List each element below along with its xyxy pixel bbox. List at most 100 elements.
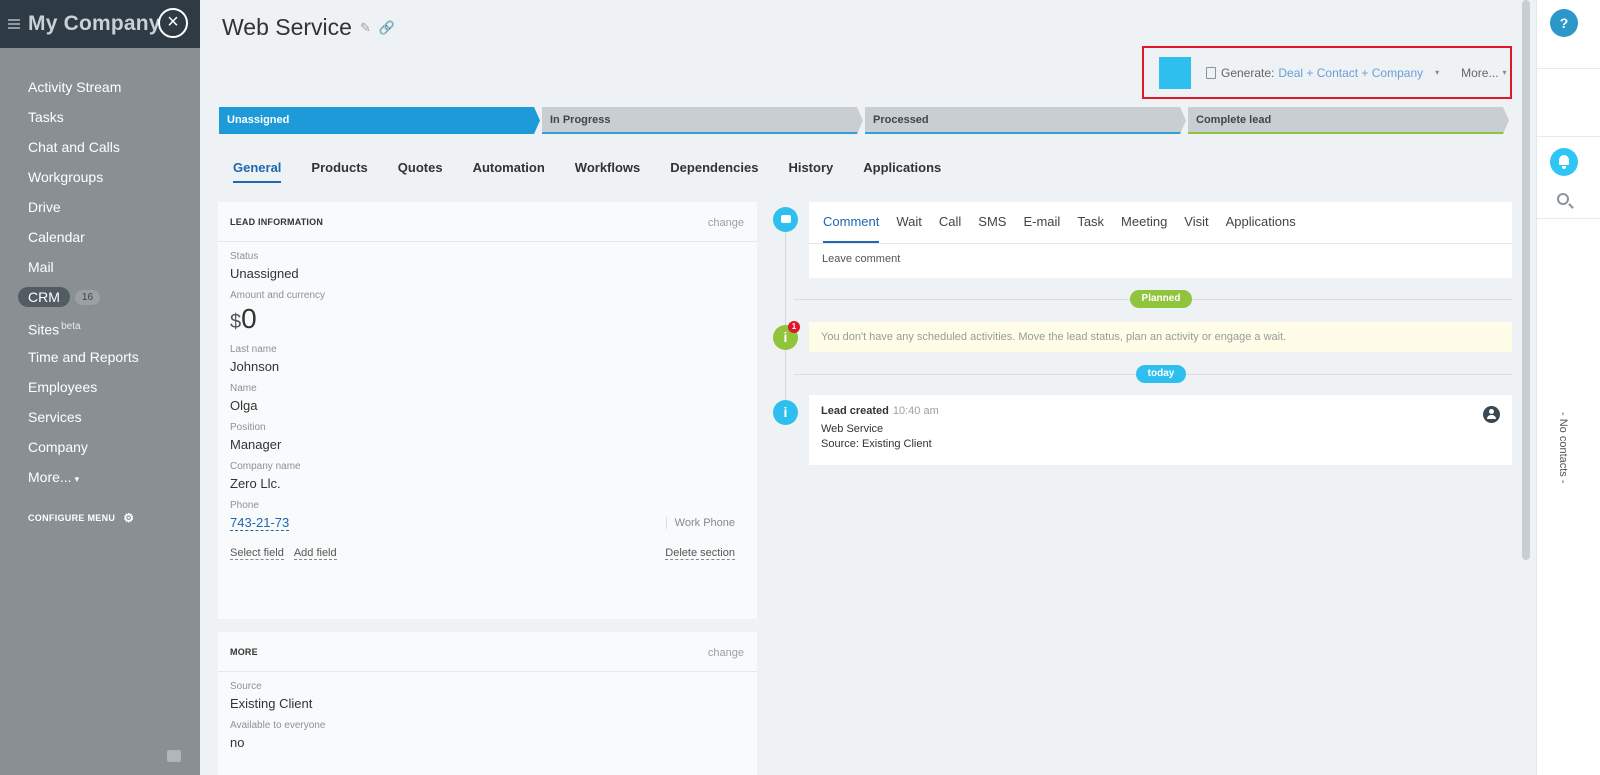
stage-in-progress[interactable]: In Progress [542, 107, 863, 134]
activity-tab-meeting[interactable]: Meeting [1121, 202, 1167, 243]
configure-menu-button[interactable]: CONFIGURE MENU ⚙ [28, 511, 134, 525]
event-detail: Source: Existing Client [821, 438, 932, 450]
tab-workflows[interactable]: Workflows [575, 160, 641, 183]
comment-input[interactable]: Leave comment [809, 244, 1512, 274]
field-label: Position [230, 422, 266, 433]
gear-icon: ⚙ [123, 511, 135, 525]
activity-tab-task[interactable]: Task [1077, 202, 1104, 243]
sidebar-item-company[interactable]: Company [0, 432, 200, 462]
search-icon[interactable] [1557, 193, 1569, 205]
link-icon[interactable]: 🔗 [379, 20, 395, 36]
stage-unassigned[interactable]: Unassigned [219, 107, 540, 134]
chevron-down-icon: ▾ [74, 474, 80, 484]
activity-tab-comment[interactable]: Comment [823, 202, 880, 243]
chevron-down-icon[interactable]: ▾ [1435, 68, 1439, 77]
close-icon[interactable]: × [158, 8, 188, 38]
bell-icon[interactable] [1550, 148, 1578, 176]
page-scrollbar[interactable] [1522, 0, 1530, 560]
activity-tab-email[interactable]: E-mail [1023, 202, 1060, 243]
page-title: Web Service ✎ 🔗 [222, 14, 395, 41]
comment-icon [773, 207, 798, 232]
add-field-link[interactable]: Add field [293, 547, 337, 560]
field-value: Olga [230, 398, 258, 413]
info-glyph: i [783, 329, 788, 345]
help-icon[interactable]: ? [1550, 9, 1578, 37]
activity-tab-applications[interactable]: Applications [1226, 202, 1296, 243]
sidebar-header: My Company × [0, 0, 200, 48]
today-badge: today [1136, 365, 1186, 383]
field-label: Status [230, 251, 259, 262]
phone-link[interactable]: 743-21-73 [230, 515, 290, 531]
tab-quotes[interactable]: Quotes [398, 160, 443, 183]
card-header: LEAD INFORMATION change [218, 202, 757, 242]
field-label: Amount and currency [230, 290, 326, 301]
activity-tab-wait[interactable]: Wait [896, 202, 922, 243]
field-value: Johnson [230, 359, 280, 374]
tab-applications[interactable]: Applications [863, 160, 941, 183]
pencil-icon[interactable]: ✎ [360, 20, 371, 36]
stage-processed[interactable]: Processed [865, 107, 1186, 134]
stage-complete-lead[interactable]: Complete lead [1188, 107, 1509, 134]
field-label: Phone [230, 500, 259, 511]
crm-counter-badge: 16 [74, 289, 101, 305]
tab-dependencies[interactable]: Dependencies [670, 160, 758, 183]
divider [1537, 136, 1600, 137]
activity-tabs: Comment Wait Call SMS E-mail Task Meetin… [809, 202, 1512, 244]
printer-icon[interactable] [167, 750, 181, 762]
company-name-field: Company name Zero Llc. [218, 461, 757, 491]
generate-option-link[interactable]: Deal + Contact + Company [1278, 66, 1423, 80]
info-icon: i 1 [773, 321, 800, 350]
field-label: Name [230, 383, 257, 394]
change-link[interactable]: change [708, 217, 744, 229]
field-label: Source [230, 681, 262, 692]
select-field-link[interactable]: Select field [230, 547, 284, 560]
field-value: Zero Llc. [230, 476, 281, 491]
sidebar-item-mail[interactable]: Mail [0, 252, 200, 282]
menu-icon[interactable] [8, 19, 20, 29]
sidebar-item-services[interactable]: Services [0, 402, 200, 432]
activity-tab-sms[interactable]: SMS [978, 202, 1006, 243]
tab-history[interactable]: History [788, 160, 833, 183]
change-link[interactable]: change [708, 647, 744, 659]
event-title: Lead created 10:40 am [821, 405, 1500, 417]
color-picker-button[interactable] [1159, 56, 1191, 89]
activity-tab-visit[interactable]: Visit [1184, 202, 1208, 243]
sidebar-item-tasks[interactable]: Tasks [0, 102, 200, 132]
chevron-down-icon[interactable]: ▾ [1502, 68, 1506, 77]
activity-tab-call[interactable]: Call [939, 202, 961, 243]
position-field: Position Manager [218, 422, 757, 452]
card-title: MORE [230, 647, 258, 657]
status-field: Status Unassigned [218, 251, 757, 281]
sidebar-item-workgroups[interactable]: Workgroups [0, 162, 200, 192]
timeline-event: Lead created 10:40 am Web Service Source:… [809, 395, 1512, 465]
sidebar-item-time-and-reports[interactable]: Time and Reports [0, 342, 200, 372]
sidebar-item-more[interactable]: More... ▾ [0, 462, 200, 492]
sidebar-item-crm[interactable]: CRM 16 [0, 282, 200, 312]
tab-automation[interactable]: Automation [473, 160, 545, 183]
sidebar-item-drive[interactable]: Drive [0, 192, 200, 222]
user-avatar-icon[interactable] [1483, 406, 1500, 423]
planned-badge: Planned [1130, 290, 1192, 308]
generate-label: Generate: [1221, 65, 1275, 80]
currency-symbol: $ [230, 311, 242, 333]
divider [1537, 218, 1600, 219]
field-value: Existing Client [230, 696, 313, 711]
more-button[interactable]: More... [1461, 66, 1498, 80]
sidebar-item-label: CRM [18, 287, 70, 307]
delete-section-link[interactable]: Delete section [665, 547, 735, 560]
amount-number: 0 [241, 303, 257, 334]
configure-menu-label: CONFIGURE MENU [28, 513, 116, 523]
sidebar-item-employees[interactable]: Employees [0, 372, 200, 402]
sidebar-item-calendar[interactable]: Calendar [0, 222, 200, 252]
info-glyph: i [783, 404, 788, 420]
sidebar-item-activity-stream[interactable]: Activity Stream [0, 72, 200, 102]
sidebar-item-sites[interactable]: Sites beta [0, 312, 200, 342]
field-value: Unassigned [230, 266, 299, 281]
tab-products[interactable]: Products [311, 160, 367, 183]
company-name[interactable]: My Company [28, 12, 161, 36]
field-label: Available to everyone [230, 720, 326, 731]
sidebar-item-chat-and-calls[interactable]: Chat and Calls [0, 132, 200, 162]
page-title-text: Web Service [222, 14, 352, 40]
tab-general[interactable]: General [233, 160, 282, 183]
timeline-line [785, 220, 786, 420]
